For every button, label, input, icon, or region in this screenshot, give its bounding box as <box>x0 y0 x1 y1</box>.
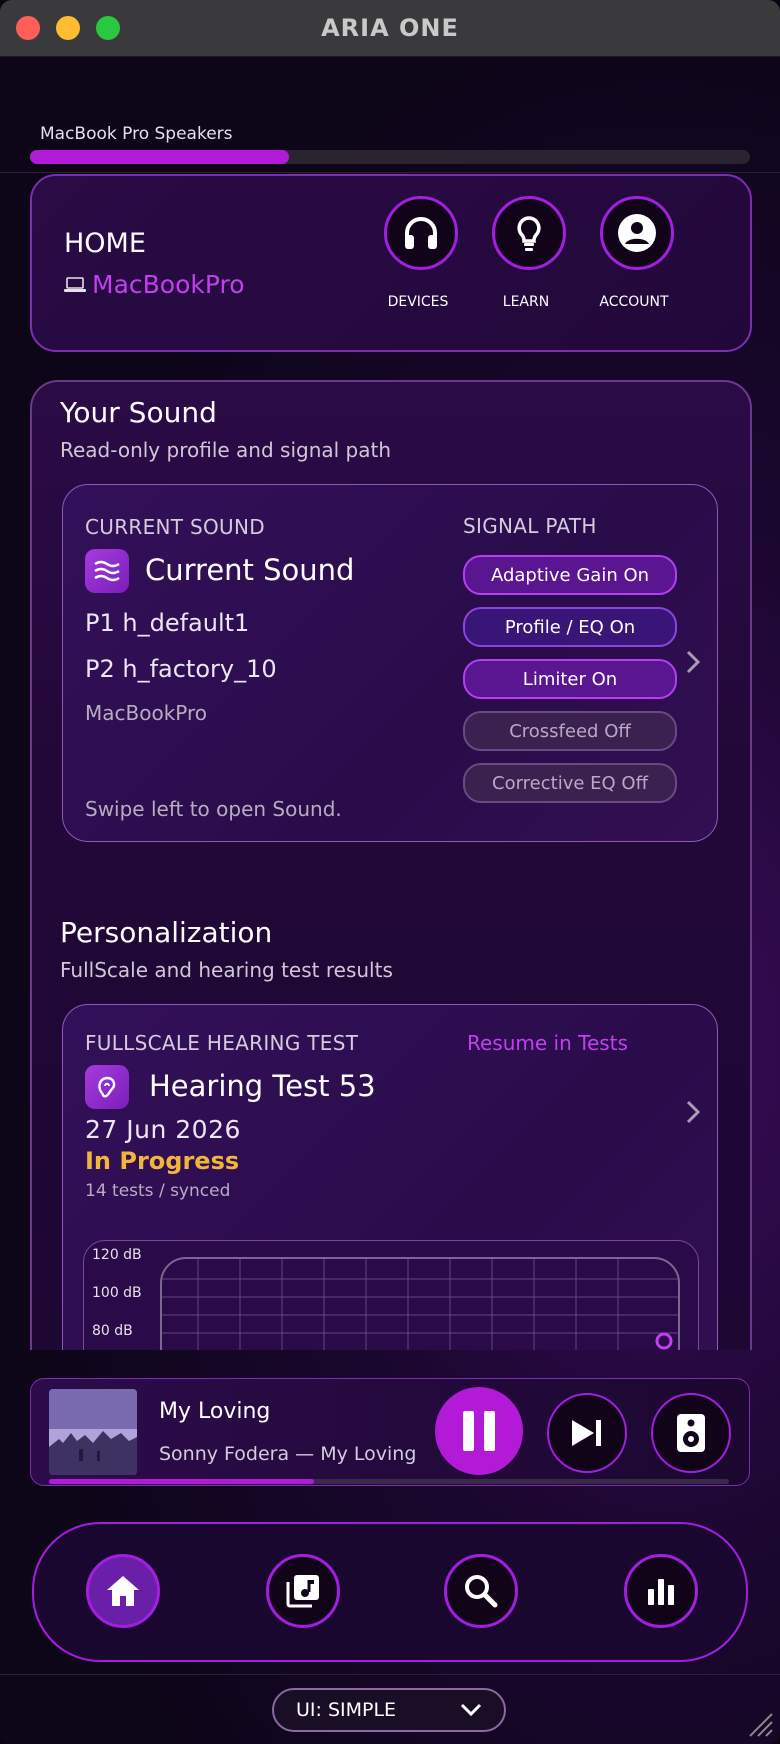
speaker-icon <box>677 1414 705 1452</box>
current-sound-caption: CURRENT SOUND <box>85 515 265 539</box>
track-title: My Loving <box>159 1399 271 1424</box>
home-icon <box>107 1576 139 1606</box>
output-device-label: MacBook Pro Speakers <box>40 124 233 144</box>
current-sound-card[interactable]: CURRENT SOUND Current Sound P1 h_default… <box>62 484 718 842</box>
hearing-test-card[interactable]: FULLSCALE HEARING TEST Resume in Tests H… <box>62 1004 718 1350</box>
audiogram-marker <box>655 1332 673 1350</box>
window-title: ARIA ONE <box>321 14 459 42</box>
corrective-eq-pill: Corrective EQ Off <box>463 763 677 803</box>
output-level-bar[interactable] <box>30 150 750 164</box>
db-label-80: 80 dB <box>92 1323 133 1339</box>
profile-eq-pill: Profile / EQ On <box>463 607 677 647</box>
nav-home-button[interactable] <box>86 1554 160 1628</box>
adaptive-gain-pill: Adaptive Gain On <box>463 555 677 595</box>
your-sound-title: Your Sound <box>60 396 217 429</box>
lightbulb-icon <box>517 216 541 251</box>
hearing-test-meta: 14 tests / synced <box>85 1181 231 1201</box>
swipe-hint: Swipe left to open Sound. <box>85 797 342 821</box>
pause-button[interactable] <box>435 1387 523 1475</box>
nav-stats-button[interactable] <box>624 1554 698 1628</box>
laptop-icon <box>64 276 86 292</box>
limiter-pill: Limiter On <box>463 659 677 699</box>
music-library-icon <box>286 1575 319 1608</box>
speaker-output-button[interactable] <box>651 1393 731 1473</box>
current-sound-name: Current Sound <box>145 553 355 587</box>
audiogram-grid <box>160 1257 680 1350</box>
current-device-name: MacBookPro <box>92 270 245 299</box>
divider <box>0 172 780 173</box>
account-icon <box>618 214 656 252</box>
track-progress-bar[interactable] <box>49 1479 729 1484</box>
home-header-card: HOME MacBookPro DEVICES LEARN ACCOUNT <box>30 174 752 352</box>
ear-icon <box>85 1065 129 1109</box>
app-window: ARIA ONE MacBook Pro Speakers HOME MacBo… <box>0 0 780 1744</box>
track-artist-album: Sonny Fodera — My Loving <box>159 1443 417 1465</box>
hearing-test-date: 27 Jun 2026 <box>85 1115 241 1144</box>
ui-mode-select[interactable]: UI: SIMPLE <box>272 1688 506 1732</box>
divider <box>0 1674 780 1675</box>
your-sound-subtitle: Read-only profile and signal path <box>60 438 392 462</box>
hearing-test-name: Hearing Test 53 <box>149 1069 376 1103</box>
title-bar: ARIA ONE <box>0 0 780 57</box>
resize-grip-icon[interactable] <box>744 1708 774 1738</box>
personalization-title: Personalization <box>60 916 273 949</box>
bottom-nav <box>32 1522 748 1662</box>
skip-next-button[interactable] <box>547 1393 627 1473</box>
pause-icon <box>463 1411 495 1451</box>
chevron-right-icon <box>686 650 701 674</box>
chevron-down-icon <box>460 1703 482 1717</box>
output-level-fill <box>30 150 290 164</box>
sound-device: MacBookPro <box>85 701 208 725</box>
headphones-icon <box>405 217 437 249</box>
signal-path-caption: SIGNAL PATH <box>463 514 597 538</box>
resume-in-tests-link[interactable]: Resume in Tests <box>467 1031 628 1055</box>
account-button[interactable] <box>600 196 674 270</box>
album-art[interactable] <box>49 1389 137 1475</box>
nav-library-button[interactable] <box>266 1554 340 1628</box>
nav-search-button[interactable] <box>444 1554 518 1628</box>
scroll-panel[interactable]: Your Sound Read-only profile and signal … <box>30 380 752 1350</box>
ui-mode-value: UI: SIMPLE <box>296 1699 397 1721</box>
profile-p1: P1 h_default1 <box>85 609 250 637</box>
learn-label: LEARN <box>502 294 550 310</box>
hearing-test-status: In Progress <box>85 1147 240 1175</box>
chevron-right-icon <box>686 1100 701 1124</box>
search-icon <box>465 1575 498 1608</box>
devices-button[interactable] <box>384 196 458 270</box>
bar-chart-icon <box>648 1579 674 1605</box>
current-device[interactable]: MacBookPro <box>64 270 245 299</box>
db-label-100: 100 dB <box>92 1285 142 1301</box>
track-progress-fill <box>49 1479 315 1484</box>
learn-button[interactable] <box>492 196 566 270</box>
audiogram-preview: 120 dB 100 dB 80 dB <box>83 1240 699 1350</box>
db-label-120: 120 dB <box>92 1247 142 1263</box>
sound-waves-icon <box>85 549 129 593</box>
account-label: ACCOUNT <box>599 294 669 310</box>
skip-next-icon <box>572 1420 601 1446</box>
now-playing-bar[interactable]: My Loving Sonny Fodera — My Loving <box>30 1378 750 1486</box>
personalization-subtitle: FullScale and hearing test results <box>60 958 393 982</box>
profile-p2: P2 h_factory_10 <box>85 655 277 683</box>
crossfeed-pill: Crossfeed Off <box>463 711 677 751</box>
devices-label: DEVICES <box>387 294 449 310</box>
hearing-test-caption: FULLSCALE HEARING TEST <box>85 1031 359 1055</box>
page-title: HOME <box>64 228 146 259</box>
